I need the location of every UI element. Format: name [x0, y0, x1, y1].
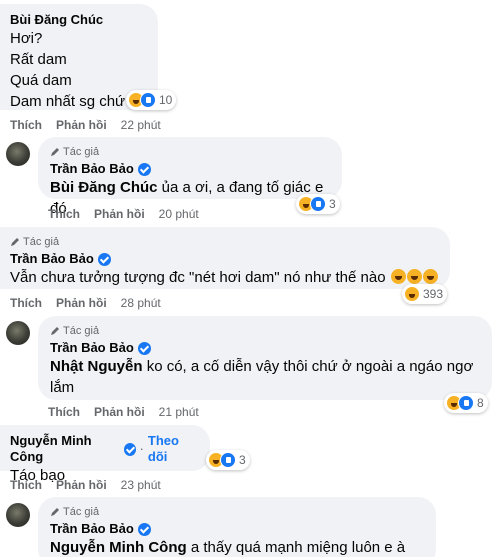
- verified-icon: [123, 442, 136, 456]
- reaction-count: 3: [239, 453, 246, 467]
- comment-bubble: Tác giả Trần Bảo Bảo Nguyễn Minh Công a …: [38, 497, 436, 557]
- comment-line: Quá dam: [10, 72, 72, 89]
- mention-link[interactable]: Nguyễn Minh Công: [50, 539, 187, 556]
- comment-author[interactable]: Trần Bảo Bảo: [50, 340, 480, 356]
- verified-icon: [97, 252, 111, 266]
- like-button[interactable]: Thích: [48, 404, 80, 420]
- avatar[interactable]: [6, 142, 30, 166]
- comment-text: Nhật Nguyễn ko có, a cố diễn vậy thôi ch…: [50, 358, 474, 375]
- laughing-emoji-icon: [422, 269, 438, 284]
- reaction-summary[interactable]: 3: [206, 450, 250, 470]
- comment-time[interactable]: 23 phút: [121, 477, 161, 493]
- reaction-count: 3: [329, 197, 336, 211]
- reply-button[interactable]: Phản hồi: [94, 206, 145, 222]
- reply-button[interactable]: Phản hồi: [56, 295, 107, 311]
- comment-bubble: Tác giả Trần Bảo Bảo Vẫn chưa tưởng tượn…: [0, 227, 450, 289]
- comment-line: Hơi?: [10, 30, 43, 47]
- comment-time[interactable]: 21 phút: [159, 404, 199, 420]
- reply-button[interactable]: Phản hồi: [56, 477, 107, 493]
- pencil-icon: [51, 508, 59, 516]
- comment-author[interactable]: Trần Bảo Bảo: [10, 251, 438, 267]
- mention-link[interactable]: Bùi Đăng Chúc: [50, 179, 158, 196]
- laughing-emoji-icon: [390, 269, 406, 284]
- reaction-summary[interactable]: 3: [296, 194, 340, 214]
- comment-actions: Thích Phản hồi 23 phút: [10, 477, 161, 493]
- reaction-summary[interactable]: 393: [402, 284, 448, 304]
- like-icon: [140, 92, 156, 108]
- comment-author[interactable]: Trần Bảo Bảo: [50, 161, 330, 177]
- like-button[interactable]: Thích: [10, 477, 42, 493]
- haha-icon: [404, 286, 420, 302]
- comment-actions: Thích Phản hồi 28 phút: [10, 295, 161, 311]
- reaction-summary[interactable]: 8: [444, 393, 488, 413]
- avatar[interactable]: [6, 321, 30, 345]
- comment-bubble: Nguyễn Minh Công · Theo dõi Táo bạo: [0, 425, 210, 484]
- verified-icon: [137, 162, 151, 176]
- pencil-icon: [51, 327, 59, 335]
- verified-icon: [137, 522, 151, 536]
- reaction-count: 393: [423, 287, 444, 301]
- like-icon: [220, 452, 236, 468]
- like-button[interactable]: Thích: [48, 206, 80, 222]
- follow-button[interactable]: Theo dõi: [148, 433, 198, 465]
- comment-text: Nguyễn Minh Công a thấy quá mạnh miệng l…: [50, 539, 406, 556]
- comment-actions: Thích Phản hồi 22 phút: [10, 117, 161, 133]
- comment-actions: Thích Phản hồi 20 phút: [48, 206, 199, 222]
- like-icon: [458, 395, 474, 411]
- comment-author[interactable]: Trần Bảo Bảo: [50, 521, 424, 537]
- comment-time[interactable]: 28 phút: [121, 295, 161, 311]
- like-button[interactable]: Thích: [10, 295, 42, 311]
- mention-link[interactable]: Nhật Nguyễn: [50, 358, 143, 375]
- comment-bubble: Tác giả Trần Bảo Bảo Nhật Nguyễn ko có, …: [38, 316, 492, 400]
- comment-actions: Thích Phản hồi 21 phút: [48, 404, 199, 420]
- comment-author[interactable]: Bùi Đăng Chúc: [10, 12, 146, 28]
- author-tag: Tác giả: [50, 324, 480, 338]
- comment-time[interactable]: 20 phút: [159, 206, 199, 222]
- comment-text: Vẫn chưa tưởng tượng đc "nét hơi dam" nó…: [10, 267, 438, 288]
- like-button[interactable]: Thích: [10, 117, 42, 133]
- comment-time[interactable]: 22 phút: [121, 117, 161, 133]
- author-name-link[interactable]: Nguyễn Minh Công: [10, 433, 120, 465]
- comment-line: Rất dam: [10, 51, 67, 68]
- like-icon: [310, 196, 326, 212]
- reply-button[interactable]: Phản hồi: [56, 117, 107, 133]
- comment-text-continued: lắm: [50, 379, 75, 396]
- comment-author: Nguyễn Minh Công · Theo dõi: [10, 433, 198, 465]
- author-tag: Tác giả: [50, 145, 330, 159]
- pencil-icon: [11, 238, 19, 246]
- author-tag: Tác giả: [10, 235, 438, 249]
- reaction-summary[interactable]: 10: [126, 90, 177, 110]
- reaction-count: 10: [159, 93, 173, 107]
- verified-icon: [137, 341, 151, 355]
- author-tag: Tác giả: [50, 505, 424, 519]
- reaction-count: 8: [477, 396, 484, 410]
- pencil-icon: [51, 148, 59, 156]
- comment-bubble: Tác giả Trần Bảo Bảo Bùi Đăng Chúc ủa a …: [38, 137, 342, 217]
- reply-button[interactable]: Phản hồi: [94, 404, 145, 420]
- laughing-emoji-icon: [406, 269, 422, 284]
- avatar[interactable]: [6, 503, 30, 527]
